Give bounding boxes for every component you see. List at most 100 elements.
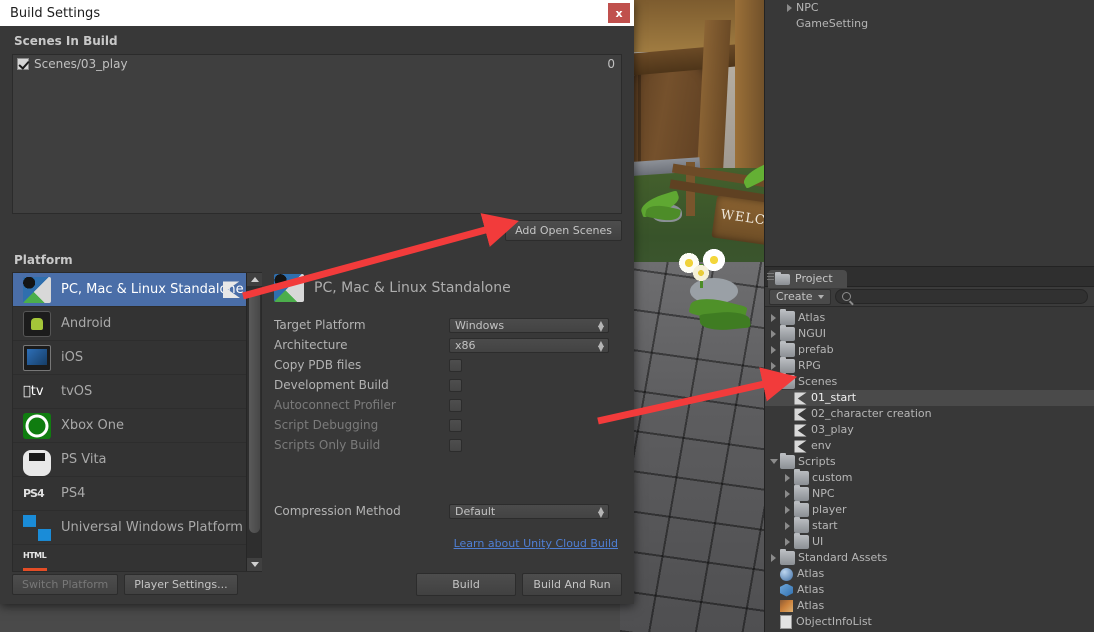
tvos-icon: tv bbox=[23, 384, 44, 399]
development-build-checkbox[interactable] bbox=[449, 378, 462, 392]
platform-item-tvos[interactable]: tv tvOS bbox=[13, 375, 246, 409]
add-open-scenes-button[interactable]: Add Open Scenes bbox=[505, 220, 622, 241]
tree-item-label: custom bbox=[812, 471, 853, 484]
target-platform-dropdown[interactable]: Windows ▲ ▼ bbox=[449, 317, 609, 333]
platform-item-label: Android bbox=[61, 316, 112, 331]
switch-platform-button[interactable]: Switch Platform bbox=[12, 573, 119, 595]
folder-icon bbox=[780, 549, 795, 565]
chevron-right-icon[interactable] bbox=[769, 326, 780, 342]
close-icon[interactable]: x bbox=[608, 3, 630, 23]
platform-item-ps4[interactable]: PS4 PS4 bbox=[13, 477, 246, 511]
chevron-right-icon[interactable] bbox=[785, 0, 796, 16]
platform-item-ios[interactable]: iOS bbox=[13, 341, 246, 375]
architecture-dropdown[interactable]: x86 ▲ ▼ bbox=[449, 337, 609, 353]
stepper-icon: ▲ ▼ bbox=[597, 318, 604, 333]
platform-item-android[interactable]: Android bbox=[13, 307, 246, 341]
tree-item-label: RPG bbox=[798, 359, 821, 372]
xbox-icon bbox=[23, 412, 51, 439]
folder-icon bbox=[794, 485, 809, 501]
tree-item-prefab[interactable]: prefab bbox=[765, 341, 1094, 358]
chevron-down-icon[interactable] bbox=[769, 454, 780, 470]
tree-item-label: start bbox=[812, 519, 838, 532]
tree-item-atlas[interactable]: Atlas bbox=[765, 598, 1094, 614]
tree-item-01-start[interactable]: 01_start bbox=[765, 390, 1094, 406]
scene-flower-3 bbox=[692, 264, 710, 282]
architecture-label: Architecture bbox=[274, 338, 348, 352]
tree-item-gamesetting[interactable]: GameSetting bbox=[765, 16, 1094, 32]
prefab-cube-icon bbox=[780, 583, 793, 597]
scene-checkbox[interactable] bbox=[17, 58, 29, 70]
scrollbar-thumb[interactable] bbox=[249, 291, 260, 533]
tree-item-label: Atlas bbox=[797, 599, 825, 612]
chevron-right-icon[interactable] bbox=[783, 502, 794, 518]
platform-scrollbar[interactable] bbox=[246, 273, 262, 571]
chevron-right-icon[interactable] bbox=[783, 518, 794, 534]
chevron-right-icon[interactable] bbox=[783, 486, 794, 502]
tree-item-objectinfolist[interactable]: ObjectInfoList bbox=[765, 614, 1094, 630]
platform-rows: PC, Mac & Linux Standalone Android iOS tv t… bbox=[13, 273, 246, 571]
platform-item-pc-mac-linux-standalone[interactable]: PC, Mac & Linux Standalone bbox=[13, 273, 246, 307]
player-settings-button[interactable]: Player Settings... bbox=[124, 573, 238, 595]
tree-item-rpg[interactable]: RPG bbox=[765, 357, 1094, 374]
chevron-right-icon[interactable] bbox=[783, 534, 794, 550]
compression-method-dropdown[interactable]: Default ▲ ▼ bbox=[449, 503, 609, 519]
unity-scene-icon bbox=[794, 423, 807, 437]
tab-project-label: Project bbox=[795, 272, 833, 285]
unity-scene-icon bbox=[794, 439, 807, 453]
unity-cloud-build-link[interactable]: Learn about Unity Cloud Build bbox=[454, 537, 618, 550]
platform-list[interactable]: PC, Mac & Linux Standalone Android iOS tv t… bbox=[12, 272, 262, 572]
chevron-right-icon[interactable] bbox=[769, 310, 780, 326]
tree-item-npc[interactable]: NPC bbox=[765, 0, 1094, 16]
tree-item-label: 02_character creation bbox=[811, 407, 932, 420]
chevron-right-icon[interactable] bbox=[783, 470, 794, 486]
tree-item-02-character-creation[interactable]: 02_character creation bbox=[765, 406, 1094, 422]
copy-pdb-checkbox[interactable] bbox=[449, 358, 462, 372]
platform-item-ps-vita[interactable]: PS Vita bbox=[13, 443, 246, 477]
tree-item-npc[interactable]: NPC bbox=[765, 485, 1094, 502]
chevron-right-icon[interactable] bbox=[769, 358, 780, 374]
tree-item-player[interactable]: player bbox=[765, 501, 1094, 518]
tree-item-label: NPC bbox=[812, 487, 835, 500]
scroll-up-icon[interactable] bbox=[247, 273, 262, 286]
compression-method-row: Compression Method Default ▲ ▼ bbox=[274, 502, 622, 520]
tree-item-standard-assets[interactable]: Standard Assets bbox=[765, 549, 1094, 566]
tree-item-label: Scripts bbox=[798, 455, 836, 468]
tree-item-atlas[interactable]: Atlas bbox=[765, 566, 1094, 582]
hierarchy-panel: NPC GameSetting bbox=[764, 0, 1094, 266]
build-and-run-button[interactable]: Build And Run bbox=[522, 572, 622, 596]
tree-item-env[interactable]: env bbox=[765, 438, 1094, 454]
texture-icon bbox=[780, 600, 793, 612]
footer-right-buttons: Build Build And Run bbox=[416, 572, 622, 596]
add-open-scenes-row: Add Open Scenes bbox=[12, 214, 622, 241]
platform-item-xbox-one[interactable]: Xbox One bbox=[13, 409, 246, 443]
tree-item-custom[interactable]: custom bbox=[765, 469, 1094, 486]
tree-item-ngui[interactable]: NGUI bbox=[765, 325, 1094, 342]
compression-method-value: Default bbox=[455, 504, 496, 518]
ps4-icon: PS4 bbox=[23, 487, 45, 500]
build-button[interactable]: Build bbox=[416, 572, 516, 596]
tree-item-atlas[interactable]: Atlas bbox=[765, 582, 1094, 598]
chevron-right-icon[interactable] bbox=[769, 550, 780, 566]
scenes-in-build-list[interactable]: Scenes/03_play 0 bbox=[12, 54, 622, 214]
project-search-box[interactable] bbox=[834, 289, 1088, 304]
scene-list-item[interactable]: Scenes/03_play 0 bbox=[13, 55, 621, 73]
create-button[interactable]: Create bbox=[769, 288, 831, 305]
tree-item-scenes[interactable]: Scenes bbox=[765, 373, 1094, 390]
chevron-down-icon[interactable] bbox=[769, 374, 780, 390]
stepper-icon: ▲ ▼ bbox=[597, 338, 604, 353]
tree-item-03-play[interactable]: 03_play bbox=[765, 422, 1094, 438]
tree-item-atlas[interactable]: Atlas bbox=[765, 309, 1094, 326]
tree-item-ui[interactable]: UI bbox=[765, 533, 1094, 550]
tree-item-scripts[interactable]: Scripts bbox=[765, 453, 1094, 470]
platform-item-universal-windows-platform[interactable]: Universal Windows Platform bbox=[13, 511, 246, 545]
tab-project[interactable]: Project bbox=[768, 270, 847, 288]
chevron-right-icon[interactable] bbox=[769, 342, 780, 358]
platform-item-label: PS4 bbox=[61, 486, 86, 501]
create-button-label: Create bbox=[776, 290, 813, 303]
uwp-icon bbox=[23, 514, 51, 541]
tree-item-start[interactable]: start bbox=[765, 517, 1094, 534]
